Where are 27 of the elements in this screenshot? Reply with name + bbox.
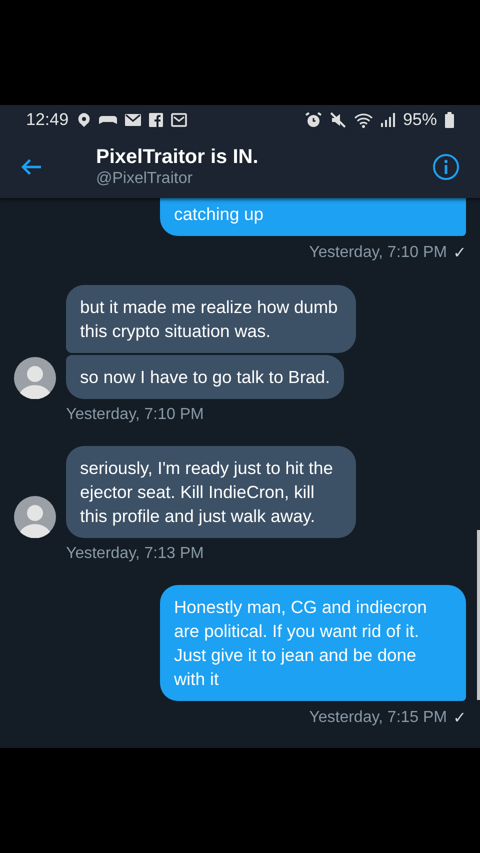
message-bubble: Honestly man, CG and indiecron are political. If you want rid of it. Just give it to jean and be done with it bbox=[160, 585, 466, 701]
mail-icon bbox=[124, 114, 141, 126]
message-bubble: seriously, I'm ready just to hit the ejector seat. Kill IndieCron, kill this profile and just walk away. bbox=[66, 446, 356, 538]
message-bubble: but it made me realize how dumb this crypto situation was. bbox=[66, 285, 356, 353]
wifi-icon bbox=[354, 112, 373, 128]
message-bubble: catching up bbox=[160, 198, 466, 236]
read-receipt: ✓ bbox=[453, 244, 466, 263]
mute-icon bbox=[330, 112, 346, 128]
user-handle: @PixelTraitor bbox=[96, 170, 194, 188]
status-time: 12:49 bbox=[26, 110, 69, 130]
inbox-mail-icon bbox=[170, 113, 187, 127]
message-bubble: so now I have to go talk to Brad. bbox=[66, 355, 344, 399]
facebook-icon bbox=[148, 113, 163, 127]
avatar bbox=[14, 496, 56, 538]
battery-percent: 95% bbox=[402, 110, 437, 130]
message-time: Yesterday, 7:10 PM bbox=[66, 406, 204, 424]
signal-icon bbox=[380, 113, 395, 127]
info-icon[interactable] bbox=[432, 152, 460, 180]
message-time: Yesterday, 7:10 PM bbox=[309, 244, 447, 262]
message-time: Yesterday, 7:15 PM bbox=[309, 709, 447, 727]
read-receipt: ✓ bbox=[453, 709, 466, 728]
avatar bbox=[14, 357, 56, 399]
battery-icon bbox=[445, 112, 454, 128]
back-arrow-icon[interactable] bbox=[20, 158, 42, 176]
message-time: Yesterday, 7:13 PM bbox=[66, 545, 204, 563]
conversation-title: PixelTraitor is IN. bbox=[96, 146, 260, 168]
alarm-icon bbox=[304, 112, 322, 128]
